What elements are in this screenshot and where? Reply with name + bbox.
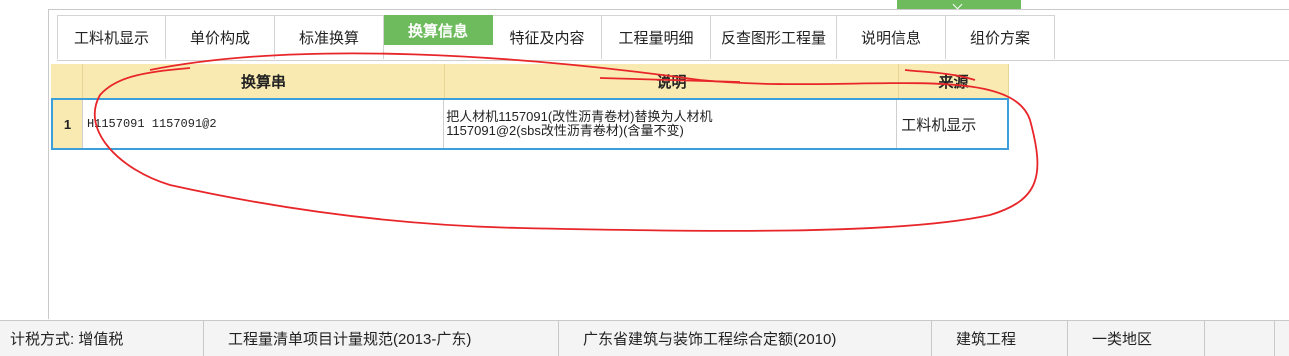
tab-description-info[interactable]: 说明信息: [837, 15, 946, 59]
header-row-number: [51, 64, 83, 98]
top-panel-edge: [48, 0, 1289, 10]
tab-reverse-graphic-quantity[interactable]: 反查图形工程量: [711, 15, 837, 59]
conversion-table: 换算串 说明 来源 1 H1157091 1157091@2 把人材机11570…: [51, 64, 1009, 150]
header-source[interactable]: 来源: [899, 64, 1009, 98]
collapse-toggle[interactable]: [897, 0, 1021, 9]
tab-features[interactable]: 特征及内容: [493, 15, 602, 59]
source-cell[interactable]: 工料机显示: [897, 100, 1007, 148]
tab-unit-price[interactable]: 单价构成: [166, 15, 275, 59]
row-number: 1: [53, 100, 83, 148]
description-cell[interactable]: 把人材机1157091(改性沥青卷材)替换为人材机 1157091@2(sbs改…: [444, 100, 898, 148]
measurement-spec: 工程量清单项目计量规范(2013-广东): [204, 321, 559, 356]
tab-material-machine[interactable]: 工料机显示: [57, 15, 166, 59]
quota-standard: 广东省建筑与装饰工程综合定额(2010): [559, 321, 932, 356]
discipline: 建筑工程: [932, 321, 1068, 356]
conversion-string-cell[interactable]: H1157091 1157091@2: [83, 100, 445, 148]
table-row[interactable]: 1 H1157091 1157091@2 把人材机1157091(改性沥青卷材)…: [51, 98, 1009, 150]
tab-conversion-info[interactable]: 换算信息: [384, 15, 493, 45]
left-divider: [48, 9, 49, 319]
status-empty-slot: [1205, 321, 1275, 356]
status-bar: 计税方式: 增值税 工程量清单项目计量规范(2013-广东) 广东省建筑与装饰工…: [0, 320, 1289, 356]
region: 一类地区: [1068, 321, 1205, 356]
tab-quantity-detail[interactable]: 工程量明细: [602, 15, 711, 59]
header-description[interactable]: 说明: [445, 64, 899, 98]
tab-standard-conversion[interactable]: 标准换算: [275, 15, 384, 59]
tax-method: 计税方式: 增值税: [0, 321, 204, 356]
header-conversion-string[interactable]: 换算串: [83, 64, 445, 98]
table-header: 换算串 说明 来源: [51, 64, 1009, 98]
detail-tab-bar: 工料机显示 单价构成 标准换算 换算信息 特征及内容 工程量明细 反查图形工程量…: [57, 15, 1289, 61]
tab-pricing-scheme[interactable]: 组价方案: [946, 15, 1055, 59]
